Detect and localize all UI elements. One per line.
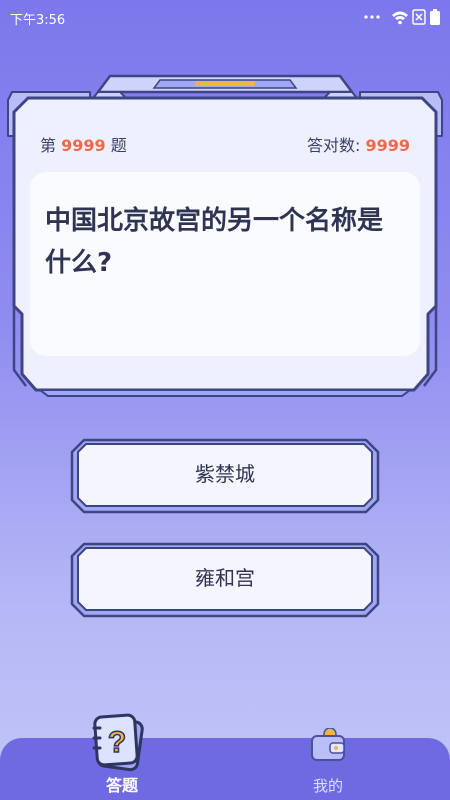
tab-quiz[interactable]: ? 答题 <box>62 713 182 800</box>
svg-text:?: ? <box>108 726 126 759</box>
correct-count: 答对数: 9999 <box>307 132 410 156</box>
wallet-icon <box>311 728 345 761</box>
answer-option-2[interactable]: 雍和宫 <box>70 542 380 618</box>
question-panel: 第 9999 题 答对数: 9999 中国北京故宫的另一个名称是什么? <box>0 74 450 398</box>
signal-dots-icon <box>364 15 380 19</box>
correct-count-value: 9999 <box>365 136 410 155</box>
battery-icon <box>430 9 440 25</box>
no-sim-icon <box>412 9 426 25</box>
question-text: 中国北京故宫的另一个名称是什么? <box>45 206 384 278</box>
wifi-icon <box>392 11 408 25</box>
answer-option-1[interactable]: 紫禁城 <box>70 438 380 514</box>
status-icons <box>340 8 440 26</box>
status-time: 下午3:56 <box>10 13 66 28</box>
tab-mine[interactable]: 我的 <box>268 728 388 800</box>
question-number: 第 9999 题 <box>40 132 127 156</box>
answer-option-label: 雍和宫 <box>195 566 255 590</box>
question-number-prefix: 第 <box>40 136 57 155</box>
correct-count-label: 答对数: <box>306 136 361 155</box>
tab-quiz-label: 答题 <box>105 776 138 795</box>
bottom-tab-bar: ? 答题 我的 <box>0 713 450 800</box>
question-number-suffix: 题 <box>110 136 127 155</box>
tab-mine-label: 我的 <box>312 777 343 795</box>
question-book-icon: ? <box>92 713 144 772</box>
status-bar: 下午3:56 <box>0 0 450 34</box>
answer-option-label: 紫禁城 <box>195 462 255 486</box>
question-number-value: 9999 <box>61 136 106 155</box>
question-card: 中国北京故宫的另一个名称是什么? <box>30 172 420 356</box>
panel-header: 第 9999 题 答对数: 9999 <box>40 132 410 156</box>
